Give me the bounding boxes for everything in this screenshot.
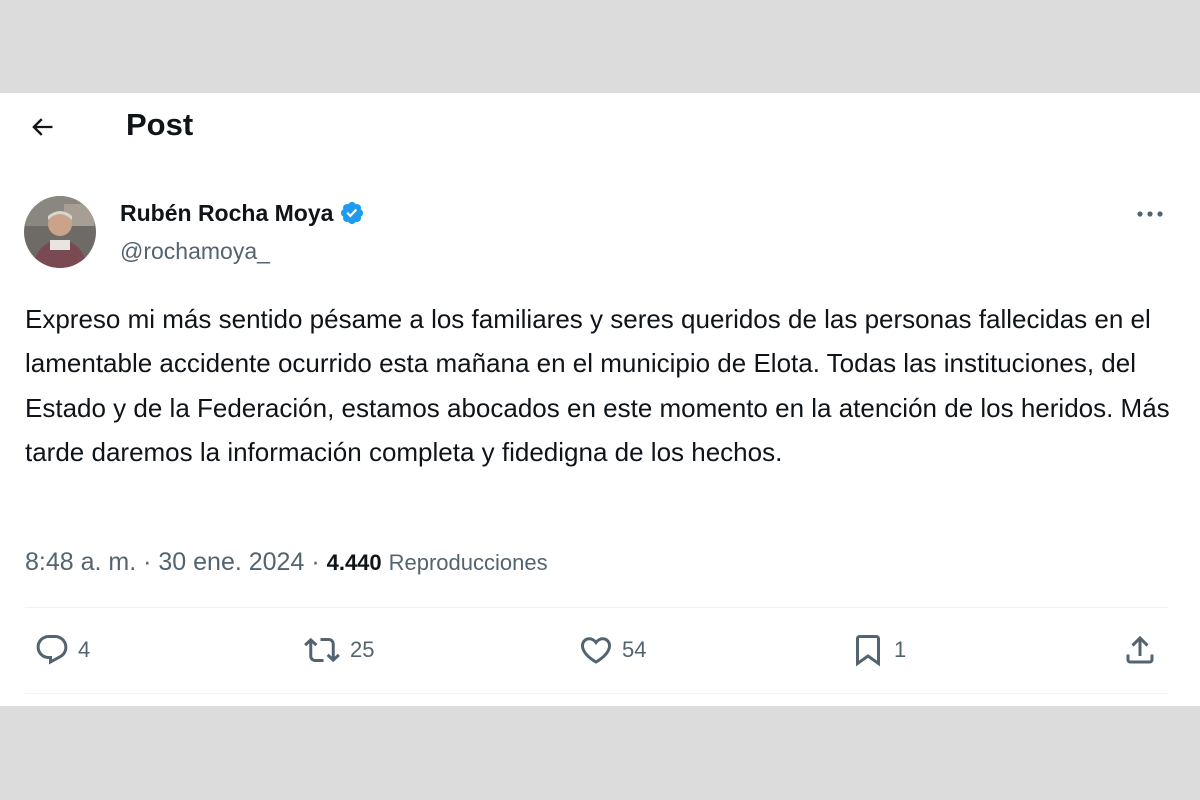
back-arrow-icon [32,118,53,136]
header: Post [0,93,1200,157]
more-button[interactable] [1128,199,1172,229]
back-button[interactable] [22,107,62,147]
post-card: Post Rubén Rocha Moya @rochamoya_ Expres… [0,93,1200,706]
avatar[interactable] [24,196,96,268]
author-name-text: Rubén Rocha Moya [120,200,334,226]
view-label: Reproducciones [388,550,548,575]
reply-icon [36,635,68,665]
author-name[interactable]: Rubén Rocha Moya [120,199,365,227]
bookmark-button[interactable]: 1 [850,632,906,668]
post-text: Expreso mi más sentido pésame a los fami… [25,304,1170,468]
like-button[interactable]: 54 [578,632,646,668]
share-button[interactable] [1122,632,1158,668]
bookmark-icon [856,635,880,667]
action-bar: 4 25 54 1 [0,608,1200,694]
reply-count: 4 [78,637,91,662]
like-icon [580,637,612,664]
repost-icon [304,637,340,663]
divider-bottom [25,693,1168,694]
share-icon [1126,635,1154,664]
more-icon [1137,211,1163,217]
post-meta: 8:48 a. m. · 30 ene. 2024 · 4.440 Reprod… [25,546,548,579]
post-date[interactable]: 30 ene. 2024 [158,548,304,576]
meta-separator: · [136,548,159,576]
repost-button[interactable]: 25 [302,632,374,668]
bookmark-count: 1 [894,637,907,662]
repost-count: 25 [350,637,375,662]
verified-badge-icon[interactable] [339,200,365,226]
meta-separator-2: · [304,548,327,576]
author-handle[interactable]: @rochamoya_ [120,237,270,265]
view-count: 4.440 [326,550,382,575]
like-count: 54 [622,637,647,662]
reply-button[interactable]: 4 [34,632,90,668]
page-title: Post [126,107,194,142]
post-time[interactable]: 8:48 a. m. [25,548,136,576]
